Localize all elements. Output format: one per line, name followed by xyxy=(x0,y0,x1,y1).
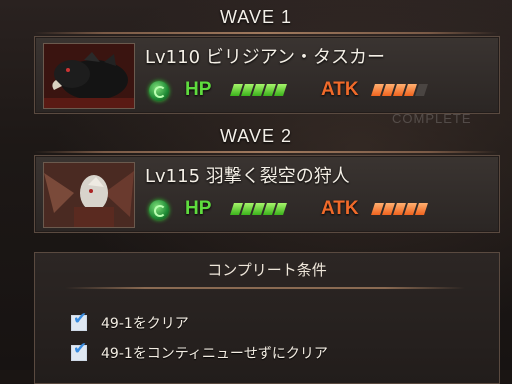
condition-label: 49-1をコンティニューせずにクリア xyxy=(101,346,328,362)
hp-label: HP xyxy=(185,79,212,100)
atk-gauge-segment xyxy=(415,84,428,96)
wave-2-divider xyxy=(34,151,498,153)
hp-gauge xyxy=(230,203,287,215)
checkbox-icon: ✔ xyxy=(71,341,87,361)
enemy-card-wave-1[interactable]: Lv110 ビリジアン・タスカー HP ATK xyxy=(34,36,500,114)
wind-element-icon xyxy=(149,200,169,220)
wave-2-label: WAVE 2 xyxy=(219,126,292,146)
enemy-name: Lv115 羽撃く裂空の狩人 xyxy=(145,166,350,187)
enemy-card-wave-2[interactable]: Lv115 羽撃く裂空の狩人 HP ATK xyxy=(34,155,500,233)
condition-label: 49-1をクリア xyxy=(101,316,189,332)
atk-label: ATK xyxy=(321,198,359,219)
conditions-title: コンプリート条件 xyxy=(207,261,327,279)
hp-label: HP xyxy=(185,198,212,219)
hp-gauge-segment xyxy=(274,84,287,96)
checkbox-icon: ✔ xyxy=(71,311,87,331)
atk-label: ATK xyxy=(321,79,359,100)
complete-conditions-panel: コンプリート条件 ✔ 49-1をクリア ✔ 49-1をコンティニューせずにクリア xyxy=(34,252,500,384)
enemy-name: Lv110 ビリジアン・タスカー xyxy=(145,47,386,68)
winged-hunter-portrait-icon xyxy=(43,162,135,228)
wave-1-divider xyxy=(34,32,498,34)
wind-element-icon xyxy=(149,81,169,101)
atk-gauge-segment xyxy=(415,203,428,215)
atk-gauge xyxy=(371,84,428,96)
checkmark-icon: ✔ xyxy=(73,339,88,359)
conditions-divider xyxy=(65,287,465,289)
hp-gauge xyxy=(230,84,287,96)
wave-1-label: WAVE 1 xyxy=(219,7,292,27)
boar-portrait-icon xyxy=(43,43,135,109)
atk-gauge xyxy=(371,203,428,215)
checkmark-icon: ✔ xyxy=(73,309,88,329)
hp-gauge-segment xyxy=(274,203,287,215)
